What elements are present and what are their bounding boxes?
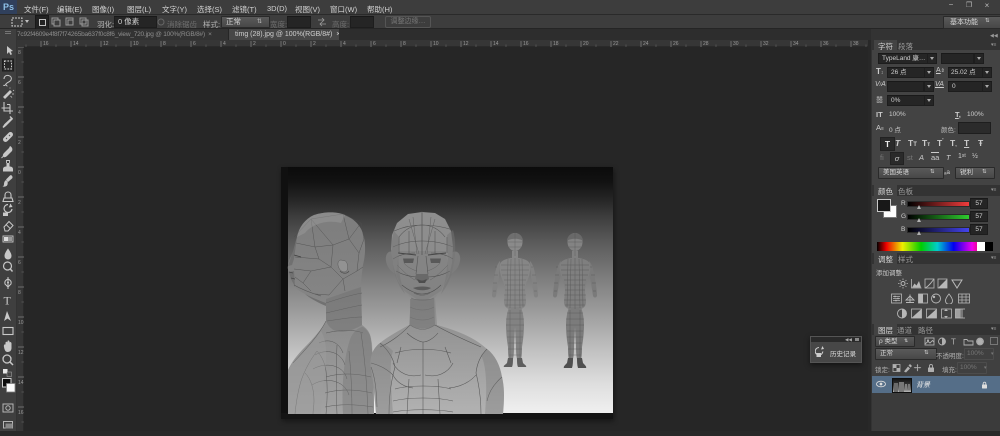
svg-text:2: 2	[18, 140, 21, 146]
svg-text:0: 0	[18, 170, 21, 176]
svg-text:14: 14	[18, 380, 24, 386]
svg-text:10: 10	[18, 320, 24, 326]
svg-text:4: 4	[18, 230, 21, 236]
svg-text:T: T	[951, 338, 956, 347]
svg-text:8: 8	[18, 290, 21, 296]
svg-text:6: 6	[18, 80, 21, 86]
svg-text:8: 8	[18, 50, 21, 56]
svg-text:2: 2	[18, 200, 21, 206]
svg-text:6: 6	[18, 260, 21, 266]
svg-text:12: 12	[18, 350, 24, 356]
svg-text:T: T	[4, 294, 12, 308]
svg-text:4: 4	[18, 110, 21, 116]
svg-text:16: 16	[18, 410, 24, 416]
